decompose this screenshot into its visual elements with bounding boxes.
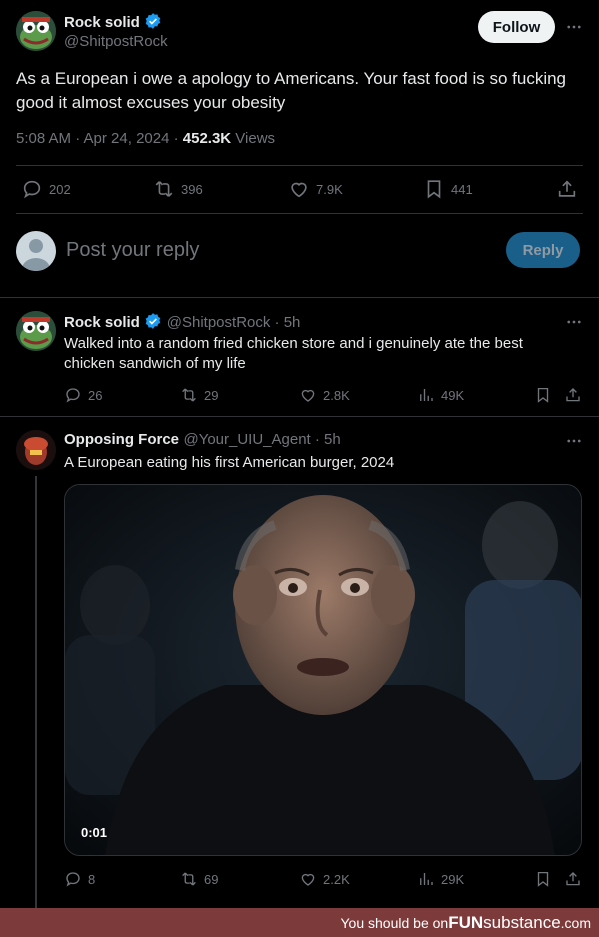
share-icon[interactable] — [564, 386, 582, 404]
bookmark-count: 441 — [451, 181, 473, 197]
views-count: 29K — [441, 871, 465, 887]
tweet-text: As a European i owe a apology to America… — [16, 69, 567, 112]
retweet-action[interactable]: 29 — [180, 386, 218, 404]
tweet-timestamp[interactable]: 5:08 AM · Apr 24, 2024 · — [16, 130, 183, 147]
reply-button[interactable]: Reply — [506, 232, 580, 268]
retweet-count: 396 — [181, 181, 203, 197]
reply-action[interactable]: 26 — [64, 386, 102, 404]
views-count: 452.3K — [182, 130, 232, 147]
more-options-icon[interactable] — [565, 313, 583, 331]
share-icon[interactable] — [556, 178, 578, 200]
author-handle[interactable]: @ShitpostRock — [64, 33, 168, 50]
watermark-brand-rest: substance — [483, 912, 561, 932]
like-action[interactable]: 2.2K — [299, 870, 350, 888]
watermark-brand-tld: .com — [560, 914, 591, 931]
retweet-icon — [182, 872, 196, 886]
divider — [16, 213, 583, 214]
reply-icon — [66, 388, 80, 403]
author-name-row[interactable]: Rock solid — [64, 12, 162, 32]
reply2-avatar[interactable] — [16, 430, 56, 470]
reply-action[interactable]: 202 — [21, 178, 71, 200]
reply1-text-line1: Walked into a random fried chicken store… — [64, 335, 523, 352]
views-action[interactable]: 49K — [417, 386, 464, 404]
retweet-icon — [182, 388, 196, 402]
bookmark-icon[interactable] — [534, 386, 552, 404]
views-count: 49K — [441, 387, 465, 403]
reply1-author-name[interactable]: Rock solid — [64, 314, 140, 331]
heart-icon — [301, 873, 315, 886]
thread-line — [35, 476, 37, 908]
reply1-author-handle[interactable]: @ShitpostRock · 5h — [167, 314, 301, 331]
like-count: 7.9K — [316, 181, 343, 197]
watermark-text: You should be on — [340, 914, 449, 931]
views-label: Views — [231, 130, 276, 147]
views-action[interactable]: 29K — [417, 870, 464, 888]
divider — [0, 416, 599, 417]
more-options-icon[interactable] — [565, 18, 583, 36]
watermark-brand-bold: FUN — [448, 912, 484, 932]
author-name[interactable]: Rock solid — [64, 14, 140, 31]
bookmark-icon[interactable] — [534, 870, 552, 888]
retweet-count: 69 — [204, 871, 219, 887]
retweet-count: 29 — [204, 387, 219, 403]
share-icon[interactable] — [564, 870, 582, 888]
author-avatar[interactable] — [16, 11, 56, 51]
verified-badge-icon — [144, 12, 162, 30]
reply2-text: A European eating his first American bur… — [64, 454, 395, 471]
reply1-avatar[interactable] — [16, 311, 56, 351]
reply2-author-handle[interactable]: @Your_UIU_Agent · 5h — [183, 431, 340, 448]
tweet-meta: 5:08 AM · Apr 24, 2024 · 452.3K Views — [16, 130, 275, 147]
reply2-author-name[interactable]: Opposing Force — [64, 431, 179, 448]
like-count: 2.8K — [323, 387, 350, 403]
video-player[interactable]: 0:01 — [64, 484, 582, 856]
verified-badge-icon — [144, 312, 162, 330]
reply-count: 202 — [49, 181, 71, 197]
views-chart-icon — [420, 389, 433, 401]
views-chart-icon — [420, 873, 433, 885]
more-options-icon[interactable] — [565, 432, 583, 450]
reply-icon — [66, 872, 80, 887]
reply-count: 8 — [88, 871, 96, 887]
divider — [16, 165, 583, 166]
like-action[interactable]: 7.9K — [288, 178, 343, 200]
heart-icon — [291, 182, 307, 198]
watermark-banner: You should be on FUNsubstance.com — [0, 908, 599, 937]
reply-input[interactable]: Post your reply — [66, 239, 199, 262]
reply-action[interactable]: 8 — [64, 870, 95, 888]
retweet-icon — [155, 181, 173, 197]
like-count: 2.2K — [323, 871, 350, 887]
like-action[interactable]: 2.8K — [299, 386, 350, 404]
video-thumbnail — [65, 485, 581, 855]
reply-count: 26 — [88, 387, 103, 403]
watermark-brand: FUNsubstance.com — [448, 913, 591, 933]
reply-icon — [23, 180, 41, 199]
retweet-action[interactable]: 69 — [180, 870, 218, 888]
video-timestamp: 0:01 — [81, 825, 108, 840]
user-avatar[interactable] — [16, 231, 56, 271]
reply1-text: Walked into a random fried chicken store… — [64, 334, 584, 374]
reply-button-label: Reply — [522, 241, 564, 259]
follow-button-label: Follow — [492, 18, 541, 36]
heart-icon — [301, 389, 315, 402]
reply1-header: Rock solid @ShitpostRock · 5h — [64, 312, 300, 332]
follow-button[interactable]: Follow — [478, 11, 555, 43]
reply1-text-line2: chicken sandwich of my life — [64, 355, 246, 372]
reply2-header: Opposing Force @Your_UIU_Agent · 5h — [64, 431, 341, 449]
bookmark-action[interactable]: 441 — [423, 178, 473, 200]
divider — [0, 297, 599, 298]
retweet-action[interactable]: 396 — [153, 178, 203, 200]
bookmark-icon — [427, 180, 441, 199]
